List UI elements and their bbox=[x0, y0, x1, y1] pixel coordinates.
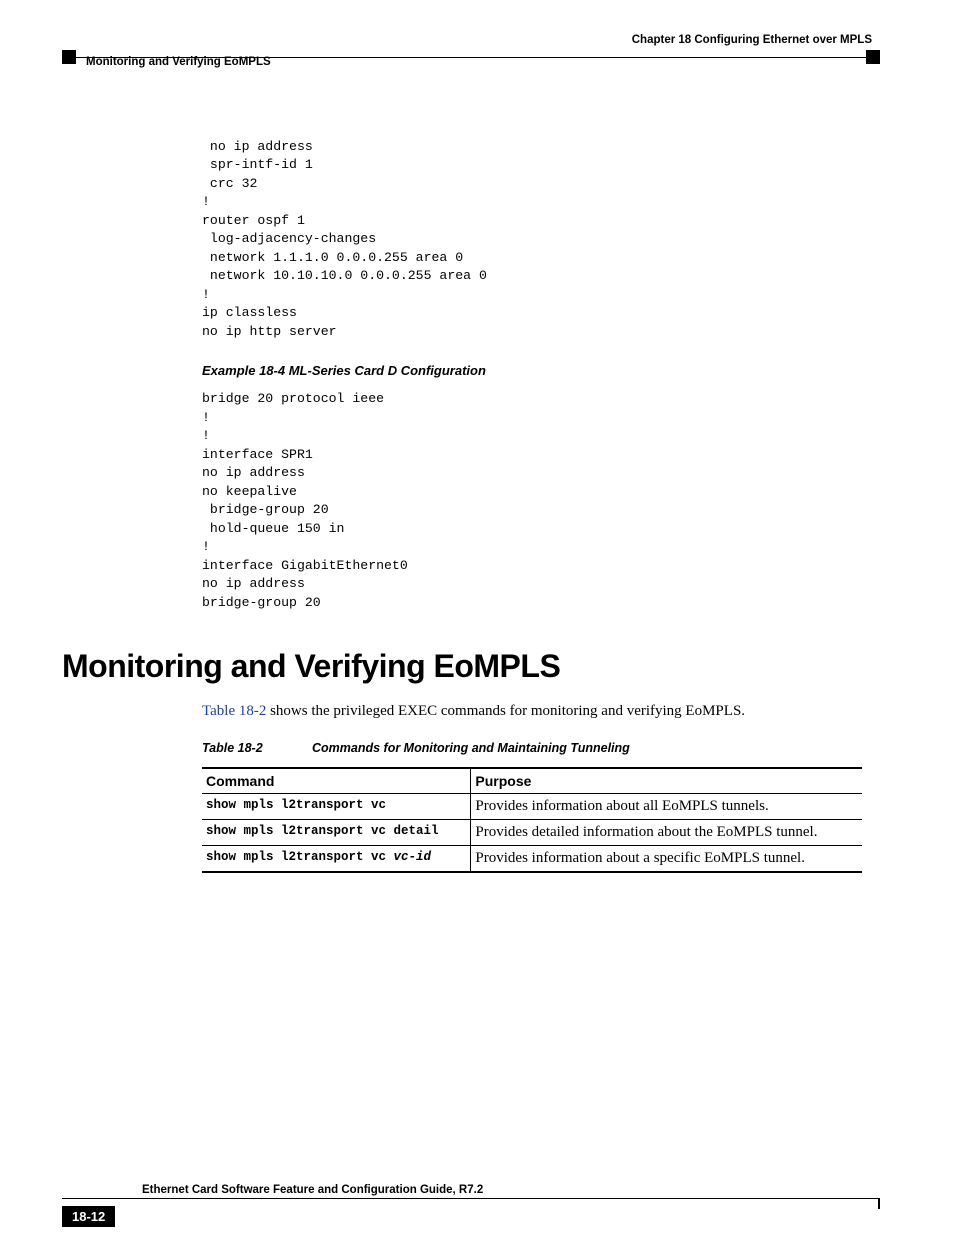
table-cell-purpose: Provides information about all EoMPLS tu… bbox=[471, 794, 862, 820]
table-title: Commands for Monitoring and Maintaining … bbox=[312, 741, 630, 755]
table-caption: Table 18-2Commands for Monitoring and Ma… bbox=[202, 741, 880, 755]
footer-tick-icon bbox=[878, 1199, 880, 1209]
page-root: Chapter 18 Configuring Ethernet over MPL… bbox=[0, 0, 954, 1235]
table-number: Table 18-2 bbox=[202, 741, 312, 755]
intro-text: shows the privileged EXEC commands for m… bbox=[266, 703, 745, 719]
table-link[interactable]: Table 18-2 bbox=[202, 703, 266, 719]
code-block-2: bridge 20 protocol ieee ! ! interface SP… bbox=[202, 390, 880, 612]
running-header-right: Chapter 18 Configuring Ethernet over MPL… bbox=[62, 34, 880, 48]
table-cell-purpose: Provides information about a specific Eo… bbox=[471, 846, 862, 873]
footer-guide-title: Ethernet Card Software Feature and Confi… bbox=[62, 1184, 880, 1199]
header-rule-marker-right bbox=[866, 50, 880, 64]
table-header-command: Command bbox=[202, 768, 471, 794]
table-header-purpose: Purpose bbox=[471, 768, 862, 794]
page-footer: Ethernet Card Software Feature and Confi… bbox=[62, 1184, 880, 1199]
example-caption: Example 18-4 ML-Series Card D Configurat… bbox=[202, 363, 880, 378]
commands-table: Command Purpose show mpls l2transport vc… bbox=[202, 767, 862, 873]
section-heading: Monitoring and Verifying EoMPLS bbox=[62, 648, 880, 685]
section-body: Table 18-2 shows the privileged EXEC com… bbox=[202, 701, 880, 873]
table-row: show mpls l2transport vc detail bbox=[202, 820, 471, 846]
table-cell-purpose: Provides detailed information about the … bbox=[471, 820, 862, 846]
main-content: no ip address spr-intf-id 1 crc 32 ! rou… bbox=[202, 138, 880, 612]
table-row: show mpls l2transport vc bbox=[202, 794, 471, 820]
table-row: show mpls l2transport vc vc-id bbox=[202, 846, 471, 873]
page-number-badge: 18-12 bbox=[62, 1206, 115, 1227]
intro-paragraph: Table 18-2 shows the privileged EXEC com… bbox=[202, 701, 880, 721]
code-block-1: no ip address spr-intf-id 1 crc 32 ! rou… bbox=[202, 138, 880, 341]
